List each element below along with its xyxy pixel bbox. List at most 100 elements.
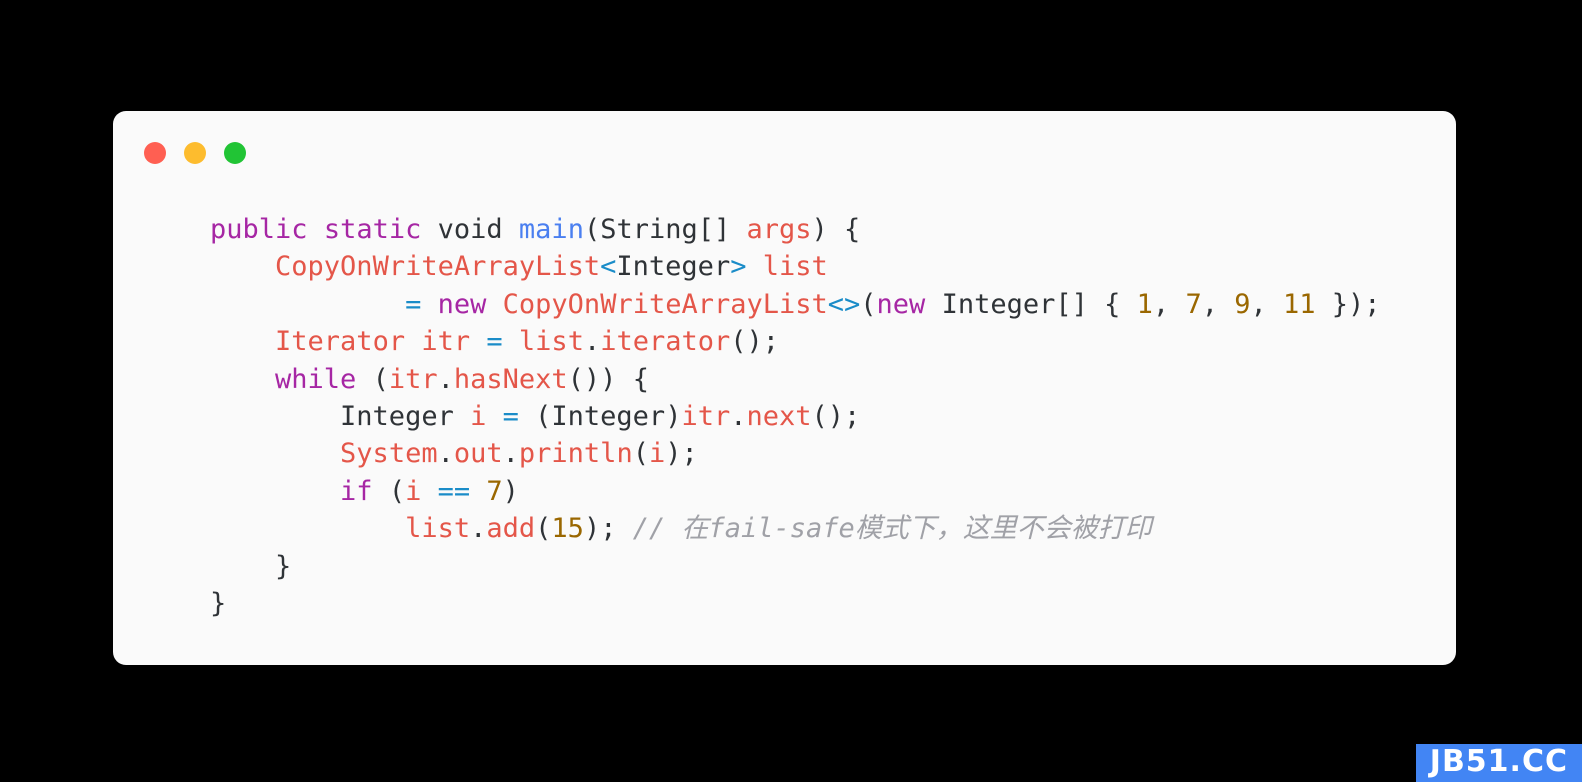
code-line: while (itr.hasNext()) {: [210, 361, 1456, 398]
code-token: ,: [1152, 288, 1186, 320]
code-token: 9: [1234, 288, 1251, 320]
code-token: list: [518, 326, 584, 358]
code-token: i: [648, 438, 666, 470]
code-token: ) {: [811, 214, 861, 245]
code-token: CopyOnWriteArrayList: [502, 288, 828, 320]
code-snippet-card: public static void main(String[] args) {…: [113, 111, 1456, 665]
code-token: );: [583, 513, 633, 545]
code-token: CopyOnWriteArrayList: [275, 251, 601, 283]
code-token: main: [518, 214, 584, 245]
close-button[interactable]: [144, 142, 166, 164]
code-line: }: [210, 585, 1456, 622]
code-token: ();: [730, 326, 780, 358]
maximize-button[interactable]: [224, 142, 246, 164]
code-token: (: [860, 288, 877, 320]
code-token: (: [535, 513, 552, 545]
code-line: Integer i = (Integer)itr.next();: [210, 398, 1456, 435]
code-token: <: [600, 251, 617, 283]
code-token: public: [210, 214, 308, 245]
code-token: i: [470, 400, 487, 432]
code-token: .: [502, 438, 519, 470]
code-block: public static void main(String[] args) {…: [113, 211, 1456, 622]
code-token: Integer: [210, 400, 471, 432]
code-token: ,: [1201, 288, 1235, 320]
window-titlebar: [144, 142, 246, 164]
code-token: add: [486, 513, 536, 545]
code-token: (: [632, 438, 649, 470]
code-token: itr: [421, 326, 471, 358]
code-line: public static void main(String[] args) {: [210, 211, 1456, 248]
code-line: }: [210, 548, 1456, 585]
code-token: >: [730, 251, 747, 283]
code-token: }: [210, 587, 227, 619]
code-token: args: [746, 214, 812, 245]
code-token: while: [275, 363, 357, 395]
code-token: System: [340, 438, 438, 470]
code-token: itr: [681, 400, 731, 432]
code-token: out: [453, 438, 503, 470]
code-token: if: [340, 475, 373, 507]
code-token: .: [583, 326, 601, 358]
code-line: CopyOnWriteArrayList<Integer> list: [210, 248, 1456, 285]
code-token: new: [876, 288, 926, 320]
watermark-badge: JB51.CC: [1415, 744, 1582, 782]
code-comment: // 在fail-safe模式下，这里不会被打印: [632, 513, 1152, 545]
code-token: ==: [437, 475, 471, 507]
code-token: iterator: [600, 326, 731, 358]
code-token: =: [486, 326, 503, 358]
code-token: (: [356, 363, 389, 395]
code-token: itr: [388, 363, 438, 395]
code-token: new: [437, 288, 487, 320]
code-token: =: [405, 288, 422, 320]
code-token: Iterator: [275, 326, 406, 358]
code-token: .: [730, 400, 747, 432]
code-token: }: [210, 550, 292, 582]
code-token: );: [665, 438, 698, 470]
code-token: hasNext: [453, 363, 568, 395]
code-token: =: [502, 400, 519, 432]
code-token: ();: [811, 400, 861, 432]
code-line: System.out.println(i);: [210, 435, 1456, 472]
minimize-button[interactable]: [184, 142, 206, 164]
watermark-label: JB51.CC: [1429, 744, 1568, 779]
code-token: list: [762, 251, 828, 283]
code-token: ,: [1250, 288, 1283, 320]
code-token: 7: [486, 475, 503, 507]
code-token: .: [470, 513, 487, 545]
code-token: list: [405, 513, 471, 545]
code-token: next: [746, 400, 812, 432]
code-token: ()) {: [567, 363, 649, 395]
code-token: Integer[] {: [925, 288, 1137, 320]
code-token: 1: [1136, 288, 1153, 320]
code-token: println: [518, 438, 633, 470]
code-token: 15: [551, 513, 584, 545]
code-line: list.add(15); // 在fail-safe模式下，这里不会被打印: [210, 510, 1456, 547]
code-token: .: [437, 438, 454, 470]
code-token: 7: [1185, 288, 1202, 320]
code-line: = new CopyOnWriteArrayList<>(new Integer…: [210, 286, 1456, 323]
code-token: <>: [827, 288, 861, 320]
code-token: ): [502, 475, 519, 507]
code-token: (String[]: [583, 214, 747, 245]
code-token: (: [372, 475, 406, 507]
code-token: static: [323, 214, 422, 245]
